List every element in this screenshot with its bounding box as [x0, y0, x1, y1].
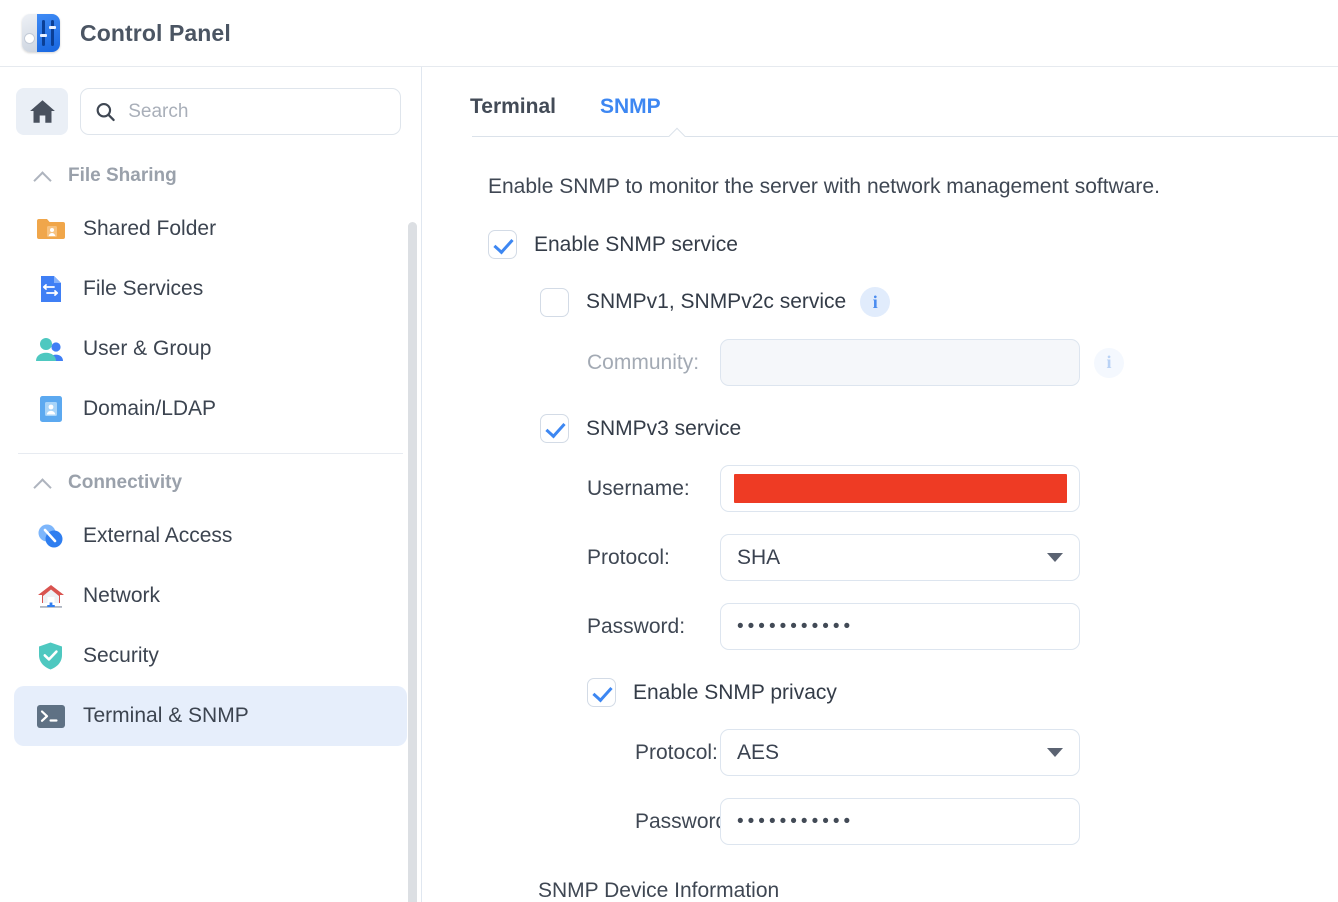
snmp-v1-v2c-info-icon[interactable]: i — [860, 287, 891, 317]
sidebar-item-domain-ldap[interactable]: Domain/LDAP — [14, 379, 407, 439]
username-input[interactable] — [720, 465, 1080, 512]
window-title: Control Panel — [80, 19, 231, 46]
privacy-password-label: Password: — [635, 809, 734, 833]
device-information-title: SNMP Device Information — [538, 879, 780, 902]
search-icon — [96, 102, 115, 121]
auth-password-value: ••••••••••• — [737, 615, 855, 637]
network-icon — [35, 581, 66, 612]
community-row: Community: i — [470, 339, 1338, 386]
main-panel: Terminal SNMP Enable SNMP to monitor the… — [422, 67, 1338, 902]
sidebar-item-label: Domain/LDAP — [83, 397, 217, 420]
snmp-v3-checkbox[interactable] — [540, 414, 569, 443]
privacy-password-value: ••••••••••• — [737, 810, 855, 832]
terminal-icon — [35, 701, 66, 732]
domain-ldap-icon — [35, 394, 66, 425]
snmp-v3-label: SNMPv3 service — [586, 416, 742, 440]
sidebar-item-terminal-snmp[interactable]: Terminal & SNMP — [14, 686, 407, 746]
tab-underline — [472, 136, 1338, 137]
privacy-protocol-label: Protocol: — [635, 740, 718, 764]
enable-privacy-checkbox[interactable] — [587, 678, 616, 707]
community-input[interactable] — [720, 339, 1080, 386]
privacy-protocol-select[interactable]: AES — [720, 729, 1080, 776]
panel-description: Enable SNMP to monitor the server with n… — [488, 175, 1160, 198]
sidebar-group-label: File Sharing — [68, 165, 177, 186]
sidebar-item-label: Terminal & SNMP — [83, 704, 249, 727]
enable-snmp-service-row[interactable]: Enable SNMP service — [470, 199, 1338, 259]
shared-folder-icon — [35, 214, 66, 245]
user-group-icon — [35, 334, 66, 365]
sidebar-item-label: Network — [83, 584, 161, 607]
privacy-protocol-row: Protocol: AES — [470, 729, 1338, 776]
auth-protocol-row: Protocol: SHA — [470, 534, 1338, 581]
sidebar-item-network[interactable]: Network — [14, 566, 407, 626]
security-shield-icon — [35, 641, 66, 672]
sidebar-search-row — [0, 67, 421, 135]
auth-protocol-value: SHA — [737, 545, 781, 569]
enable-privacy-label: Enable SNMP privacy — [633, 680, 837, 704]
snmp-v1-v2c-checkbox[interactable] — [540, 287, 569, 317]
chevron-up-icon — [34, 478, 52, 489]
sidebar-item-label: External Access — [83, 524, 233, 547]
sidebar-group-label: Connectivity — [68, 472, 183, 493]
snmp-v1-v2c-row[interactable]: SNMPv1, SNMPv2c service i — [470, 259, 1338, 317]
control-panel-icon — [22, 14, 60, 52]
community-info-icon[interactable]: i — [1094, 347, 1124, 378]
tab-terminal[interactable]: Terminal — [470, 95, 556, 137]
sidebar-item-file-services[interactable]: File Services — [14, 259, 407, 319]
chevron-down-icon — [1047, 748, 1063, 757]
sidebar-item-label: File Services — [83, 277, 204, 300]
search-input[interactable] — [128, 100, 386, 123]
sidebar-item-external-access[interactable]: External Access — [14, 506, 407, 566]
sidebar: File Sharing Shared Folder — [0, 67, 422, 902]
sidebar-group-file-sharing[interactable]: File Sharing — [0, 147, 421, 199]
sidebar-scrollbar-thumb[interactable] — [408, 222, 417, 902]
tab-bar: Terminal SNMP — [470, 67, 1338, 137]
privacy-protocol-value: AES — [737, 740, 780, 764]
home-button[interactable] — [16, 88, 68, 135]
username-redaction-bar — [734, 474, 1067, 503]
sidebar-nav: File Sharing Shared Folder File Services… — [0, 147, 421, 902]
sidebar-item-label: User & Group — [83, 337, 212, 360]
snmp-v3-row[interactable]: SNMPv3 service — [470, 386, 1338, 443]
auth-protocol-label: Protocol: — [587, 545, 670, 569]
auth-password-label: Password: — [587, 614, 686, 638]
active-tab-indicator — [666, 126, 688, 137]
chevron-down-icon — [1047, 553, 1063, 562]
sidebar-item-label: Security — [83, 644, 159, 667]
file-services-icon — [35, 274, 66, 305]
external-access-icon — [35, 521, 66, 552]
snmp-v1-v2c-label: SNMPv1, SNMPv2c service — [586, 290, 847, 313]
sidebar-item-user-group[interactable]: User & Group — [14, 319, 407, 379]
privacy-password-input[interactable]: ••••••••••• — [720, 798, 1080, 845]
window-titlebar: Control Panel — [0, 0, 1338, 67]
privacy-password-row: Password: ••••••••••• — [470, 798, 1338, 845]
home-icon — [29, 100, 55, 123]
auth-protocol-select[interactable]: SHA — [720, 534, 1080, 581]
search-box[interactable] — [80, 88, 401, 135]
sidebar-item-shared-folder[interactable]: Shared Folder — [14, 199, 407, 259]
sidebar-item-security[interactable]: Security — [14, 626, 407, 686]
enable-snmp-service-checkbox[interactable] — [488, 230, 517, 259]
community-label: Community: — [587, 350, 700, 374]
sidebar-scrollbar[interactable] — [408, 222, 417, 902]
username-row: Username: — [470, 465, 1338, 512]
auth-password-row: Password: ••••••••••• — [470, 603, 1338, 650]
tab-snmp[interactable]: SNMP — [600, 95, 661, 137]
enable-snmp-service-label: Enable SNMP service — [534, 232, 738, 256]
chevron-up-icon — [34, 171, 52, 182]
username-label: Username: — [587, 476, 690, 500]
sidebar-group-connectivity[interactable]: Connectivity — [0, 454, 421, 506]
enable-privacy-row[interactable]: Enable SNMP privacy — [470, 650, 1338, 707]
sidebar-item-label: Shared Folder — [83, 217, 217, 240]
auth-password-input[interactable]: ••••••••••• — [720, 603, 1080, 650]
